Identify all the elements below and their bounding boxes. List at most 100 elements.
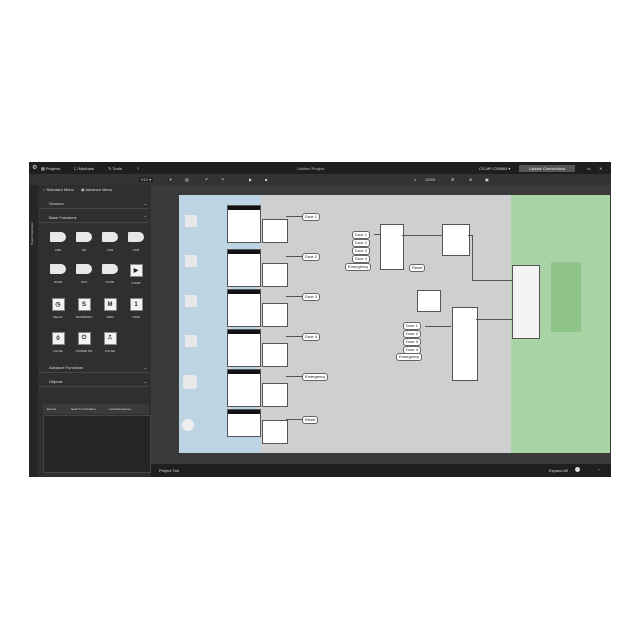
function-block[interactable] [262, 263, 288, 287]
sensor-block[interactable] [227, 249, 261, 287]
redo-icon[interactable]: ↷ [221, 177, 224, 182]
stop-icon[interactable]: ■ [265, 177, 267, 182]
events-panel [43, 415, 151, 473]
function-block[interactable] [262, 219, 288, 243]
input-label[interactable]: Door 3 [352, 247, 371, 255]
input-label[interactable]: Door 3 [403, 338, 422, 346]
play-icon[interactable]: ▶ [249, 177, 252, 182]
palette-not[interactable]: NOT [73, 264, 95, 284]
sensor-door-icon[interactable] [185, 215, 197, 227]
input-label[interactable]: Door 1 [403, 322, 422, 330]
tab-search-desktop[interactable]: Search in Desktop [71, 407, 96, 411]
output-label[interactable]: Door 4 [302, 333, 321, 341]
expand-icon[interactable] [575, 467, 580, 472]
function-block[interactable] [262, 303, 288, 327]
output-label[interactable]: Door 2 [302, 253, 321, 261]
set-reset-block[interactable] [442, 224, 470, 256]
chevron-up-icon[interactable]: ⌃ [597, 468, 600, 473]
section-advance-label: Advance Functions [49, 365, 84, 370]
zoom-select[interactable]: X12 ▾ [139, 177, 154, 182]
palette-start[interactable]: ▶ START [125, 264, 147, 285]
window-icon[interactable]: ▭ [587, 166, 591, 171]
and-block[interactable] [380, 224, 404, 270]
sensor-door-icon[interactable] [185, 335, 197, 347]
section-objects[interactable]: Objects ⌄ [39, 376, 149, 387]
image-icon[interactable]: ▣ [485, 177, 489, 182]
palette-nor[interactable]: NOR [125, 232, 147, 252]
sensor-block[interactable] [227, 369, 261, 407]
palette-power-on[interactable]: ⏻ POWER ON [73, 332, 95, 353]
device-select[interactable]: CS-MP-C06860 ▾ [479, 166, 510, 171]
function-block[interactable] [262, 343, 288, 367]
palette-true[interactable]: 1 TRUE [125, 298, 147, 319]
input-label[interactable]: Door 2 [403, 330, 422, 338]
update-connections-button[interactable]: Update Connections [519, 165, 575, 172]
menu-projects-label: Projects [45, 166, 61, 171]
sensor-block[interactable] [227, 205, 261, 243]
tab-events[interactable]: Events [47, 407, 56, 411]
reset-button-icon[interactable] [182, 419, 194, 431]
settings-icon[interactable]: ⚙ [451, 177, 455, 182]
pulse-block[interactable] [417, 290, 441, 312]
palette-false[interactable]: 0 FALSE [47, 332, 69, 353]
sensor-block[interactable] [227, 329, 261, 367]
connect-icon[interactable]: ⊕ [469, 177, 472, 182]
input-label[interactable]: Door 4 [352, 255, 371, 263]
menu-modules[interactable]: ☐ Modules [74, 166, 94, 171]
palette-label: XOR [106, 248, 114, 252]
wire [286, 376, 302, 377]
sensor-door-icon[interactable] [185, 295, 197, 307]
set-reset-icon: S [77, 298, 91, 311]
palette-nxor[interactable]: NXOR [99, 264, 121, 284]
sensor-block[interactable] [227, 409, 261, 437]
tab-project-elements[interactable]: Project Elements [30, 205, 37, 245]
palette-or[interactable]: OR [73, 232, 95, 252]
palette-label: POWER ON [75, 349, 93, 353]
search-icon[interactable]: ⌕ [414, 177, 416, 182]
emergency-stop-icon[interactable] [183, 375, 197, 389]
function-block[interactable] [262, 420, 288, 444]
palette-mem[interactable]: M MEM [99, 298, 121, 319]
output-module-ports [541, 270, 553, 330]
file-icon[interactable]: ▤ [185, 177, 189, 182]
input-label[interactable]: Emergency [345, 263, 372, 271]
output-label[interactable]: Door 1 [302, 213, 321, 221]
pin-icon[interactable]: ✦ [169, 177, 172, 182]
palette-set-reset[interactable]: S SET/RESET [73, 298, 95, 319]
expand-all-button[interactable]: Expand All [549, 468, 568, 473]
section-sensors[interactable]: Sensors ⌄ [39, 198, 149, 209]
mem-block[interactable] [452, 307, 478, 381]
section-base-functions[interactable]: Base Functions ⌃ [39, 212, 149, 223]
menu-tools[interactable]: ✎ Tools [108, 166, 122, 171]
input-label[interactable]: Emergency [396, 353, 423, 361]
reset-label[interactable]: Reset [409, 264, 426, 272]
close-icon[interactable]: ✕ [599, 166, 602, 171]
sensor-door-icon[interactable] [185, 255, 197, 267]
menu-projects[interactable]: ▦ Projects [41, 166, 60, 171]
input-label[interactable]: Door 2 [352, 239, 371, 247]
delay-icon: ◷ [51, 298, 65, 311]
sensor-block[interactable] [227, 289, 261, 327]
tab-load-resources[interactable]: Load Resources [109, 407, 131, 411]
output-label[interactable]: Reset [302, 416, 319, 424]
function-block[interactable] [262, 383, 288, 407]
undo-icon[interactable]: ↶ [205, 177, 208, 182]
palette-pulse[interactable]: ⎍ PULSE [99, 332, 121, 353]
radio-standard-menu[interactable]: ○ Standard Menu [43, 187, 74, 192]
palette-label: TRUE [131, 315, 141, 319]
radio-advance-menu[interactable]: ◉ Advance Menu [81, 187, 112, 192]
input-label[interactable]: Door 1 [352, 231, 371, 239]
palette-label: NOT [80, 280, 88, 284]
palette-delay[interactable]: ◷ DELAY [47, 298, 69, 319]
radio-advance-label: Advance Menu [85, 187, 113, 192]
output-label[interactable]: Door 3 [302, 293, 321, 301]
palette-and[interactable]: AND [47, 232, 69, 252]
output-module-block[interactable] [512, 265, 540, 339]
help-button[interactable]: ? [137, 166, 139, 171]
palette-nand[interactable]: NAND [47, 264, 69, 284]
output-label[interactable]: Emergency [302, 373, 329, 381]
project-tab[interactable]: Project Tab [159, 468, 179, 473]
palette-label: PULSE [105, 349, 115, 353]
palette-xor[interactable]: XOR [99, 232, 121, 252]
section-advance-functions[interactable]: Advance Functions ⌄ [39, 362, 149, 373]
